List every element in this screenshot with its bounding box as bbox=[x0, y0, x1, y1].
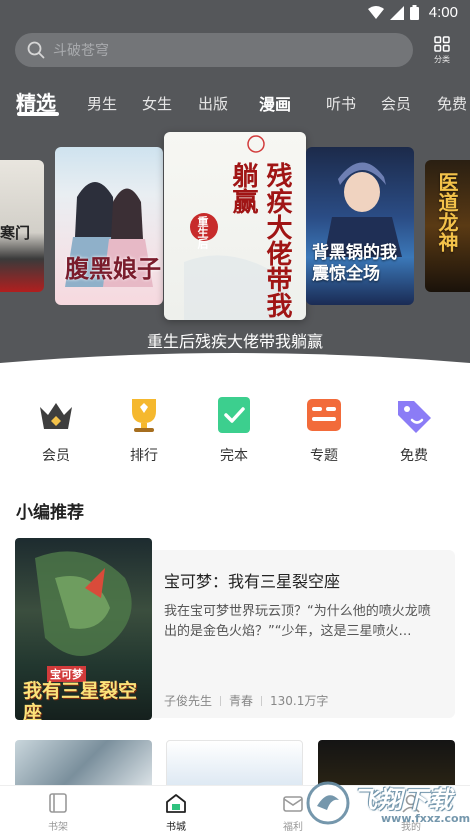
watermark-url: www.fxxz.com bbox=[381, 812, 470, 825]
book-word-count: 130.1万字 bbox=[270, 694, 329, 708]
crown-icon bbox=[40, 403, 72, 429]
tab-audiobooks[interactable]: 听书 bbox=[326, 93, 356, 114]
channel-tabs: 精选 男生 女生 出版 漫画 听书 会员 免费 bbox=[0, 85, 470, 119]
watermark: 飞翔下载 www.fxxz.com bbox=[305, 778, 470, 828]
cover-title: 背黑锅的我震惊全场 bbox=[312, 243, 397, 284]
book-author: 子俊先生 bbox=[164, 694, 213, 708]
tab-publish[interactable]: 出版 bbox=[198, 93, 228, 114]
bookstore-icon bbox=[166, 794, 186, 813]
tag-icon bbox=[398, 401, 431, 433]
quick-entries: 会员 排行 完本 专题 免费 bbox=[0, 395, 470, 470]
book-title[interactable]: 宝可梦：我有三星裂空座 bbox=[164, 568, 443, 592]
book-cover[interactable]: 腹黑娘子 bbox=[55, 147, 163, 305]
trophy-icon bbox=[132, 399, 156, 432]
book-meta: 子俊先生 青春 130.1万字 bbox=[164, 692, 328, 709]
cover-title: 腹黑娘子 bbox=[65, 255, 161, 283]
header-area: 4:00 斗破苍穹 分类 精选 男生 女生 出版 漫画 听书 会员 免费 寒门 bbox=[0, 0, 470, 378]
category-button[interactable]: 分类 bbox=[428, 36, 456, 70]
cover-title: 医道龙神 bbox=[435, 172, 459, 252]
tab-active-indicator bbox=[17, 112, 59, 116]
quick-entry-label: 专题 bbox=[310, 448, 338, 464]
quick-entry-label: 会员 bbox=[42, 448, 70, 464]
search-placeholder: 斗破苍穹 bbox=[53, 43, 109, 59]
cover-title: 我有三星裂空座 bbox=[23, 680, 138, 720]
quick-entry-ranking[interactable]: 排行 bbox=[109, 395, 179, 465]
quick-entry-completed[interactable]: 完本 bbox=[199, 395, 269, 465]
tab-female[interactable]: 女生 bbox=[142, 93, 172, 114]
gift-icon bbox=[283, 796, 303, 812]
bottom-nav-label: 书架 bbox=[48, 822, 68, 833]
book-cover[interactable]: 医道龙神 bbox=[425, 160, 470, 292]
banner-carousel[interactable]: 寒门 腹黑娘子 残疾大佬带我躺赢 重生后 背黑锅的我震惊全场 医道龙神 bbox=[0, 130, 470, 330]
cover-badge: 重生后 bbox=[196, 216, 209, 249]
meta-divider bbox=[261, 695, 263, 706]
wifi-icon bbox=[367, 5, 384, 19]
bottom-nav-bookshelf[interactable]: 书架 bbox=[28, 792, 88, 833]
topic-icon bbox=[307, 399, 341, 431]
recommend-card[interactable]: 宝可梦 我有三星裂空座 宝可梦：我有三星裂空座 我在宝可梦世界玩云顶？“为什么他… bbox=[15, 538, 455, 720]
recommend-cover[interactable]: 宝可梦 我有三星裂空座 bbox=[15, 538, 152, 720]
quick-entry-label: 完本 bbox=[220, 448, 248, 464]
search-input[interactable]: 斗破苍穹 bbox=[15, 33, 413, 67]
bottom-nav-label: 福利 bbox=[283, 822, 303, 833]
book-description: 我在宝可梦世界玩云顶？“为什么他的喷火龙喷出的是金色火焰？”“少年，这是三星喷火… bbox=[164, 604, 431, 639]
book-cover-featured[interactable]: 残疾大佬带我躺赢 重生后 bbox=[164, 132, 306, 320]
watermark-logo bbox=[306, 781, 350, 825]
bottom-nav-label: 书城 bbox=[166, 822, 186, 833]
status-bar: 4:00 bbox=[0, 0, 470, 26]
tab-free[interactable]: 免费 bbox=[437, 93, 467, 114]
tab-vip[interactable]: 会员 bbox=[381, 93, 411, 114]
bookshelf-icon bbox=[49, 793, 67, 813]
book-cover[interactable]: 背黑锅的我震惊全场 bbox=[306, 147, 414, 305]
book-cover[interactable] bbox=[15, 740, 152, 790]
header-curve bbox=[0, 353, 470, 385]
book-cover[interactable] bbox=[166, 740, 303, 790]
quick-entry-free[interactable]: 免费 bbox=[379, 395, 449, 465]
book-cover[interactable]: 寒门 bbox=[0, 160, 44, 292]
watermark-text: 飞翔下载 bbox=[353, 786, 453, 814]
grid-icon bbox=[434, 36, 450, 52]
status-time: 4:00 bbox=[428, 4, 458, 21]
cover-title: 寒门 bbox=[0, 224, 31, 242]
quick-entry-label: 排行 bbox=[130, 448, 158, 464]
signal-icon bbox=[389, 5, 404, 20]
search-icon bbox=[27, 41, 45, 59]
quick-entry-label: 免费 bbox=[400, 448, 428, 464]
recommend-info: 宝可梦：我有三星裂空座 我在宝可梦世界玩云顶？“为什么他的喷火龙喷出的是金色火焰… bbox=[152, 550, 455, 718]
check-box-icon bbox=[218, 397, 250, 433]
tab-comics[interactable]: 漫画 bbox=[259, 91, 291, 115]
tab-male[interactable]: 男生 bbox=[87, 93, 117, 114]
battery-icon bbox=[409, 5, 419, 20]
quick-entry-topics[interactable]: 专题 bbox=[289, 395, 359, 465]
category-label: 分类 bbox=[434, 55, 450, 64]
section-title: 小编推荐 bbox=[16, 503, 84, 523]
bottom-nav-bookstore[interactable]: 书城 bbox=[146, 792, 206, 833]
status-icons: 4:00 bbox=[367, 4, 458, 21]
quick-entry-vip[interactable]: 会员 bbox=[21, 395, 91, 465]
meta-divider bbox=[220, 695, 222, 706]
book-genre: 青春 bbox=[229, 694, 254, 708]
